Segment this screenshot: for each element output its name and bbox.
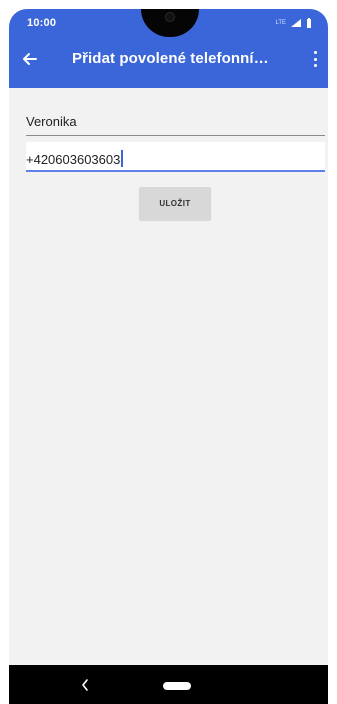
phone-field-value: +420603603603 (26, 152, 121, 167)
device-screen: 10:00 LTE Přidat povolené telefonní… Ver… (9, 9, 328, 704)
save-button[interactable]: ULOŽIT (139, 187, 211, 220)
camera-icon (165, 12, 175, 22)
phone-frame: 10:00 LTE Přidat povolené telefonní… Ver… (0, 0, 337, 704)
chevron-left-icon[interactable] (80, 678, 90, 692)
menu-dot (313, 64, 317, 67)
menu-dot (313, 57, 317, 61)
phone-field-value-wrapper: +420603603603 (26, 150, 124, 168)
menu-dot (313, 51, 317, 54)
lte-icon: LTE (275, 20, 286, 26)
text-cursor (121, 150, 124, 167)
form-content: Veronika +420603603603 ULOŽIT (9, 88, 328, 665)
app-bar: 10:00 LTE Přidat povolené telefonní… (9, 9, 328, 88)
status-icons: LTE (275, 17, 312, 29)
name-field-value: Veronika (26, 114, 77, 129)
status-time: 10:00 (27, 17, 57, 29)
more-vert-icon[interactable] (312, 51, 318, 67)
name-field[interactable]: Veronika (26, 106, 325, 136)
arrow-left-icon[interactable] (21, 50, 39, 68)
status-bar: 10:00 LTE (9, 9, 328, 37)
phone-number-field[interactable]: +420603603603 (26, 142, 325, 172)
system-navigation-bar (9, 665, 328, 704)
page-title: Přidat povolené telefonní… (72, 50, 269, 67)
front-camera-notch (141, 9, 199, 37)
home-pill-icon[interactable] (163, 682, 191, 690)
signal-icon (290, 18, 302, 28)
battery-icon (306, 17, 312, 29)
